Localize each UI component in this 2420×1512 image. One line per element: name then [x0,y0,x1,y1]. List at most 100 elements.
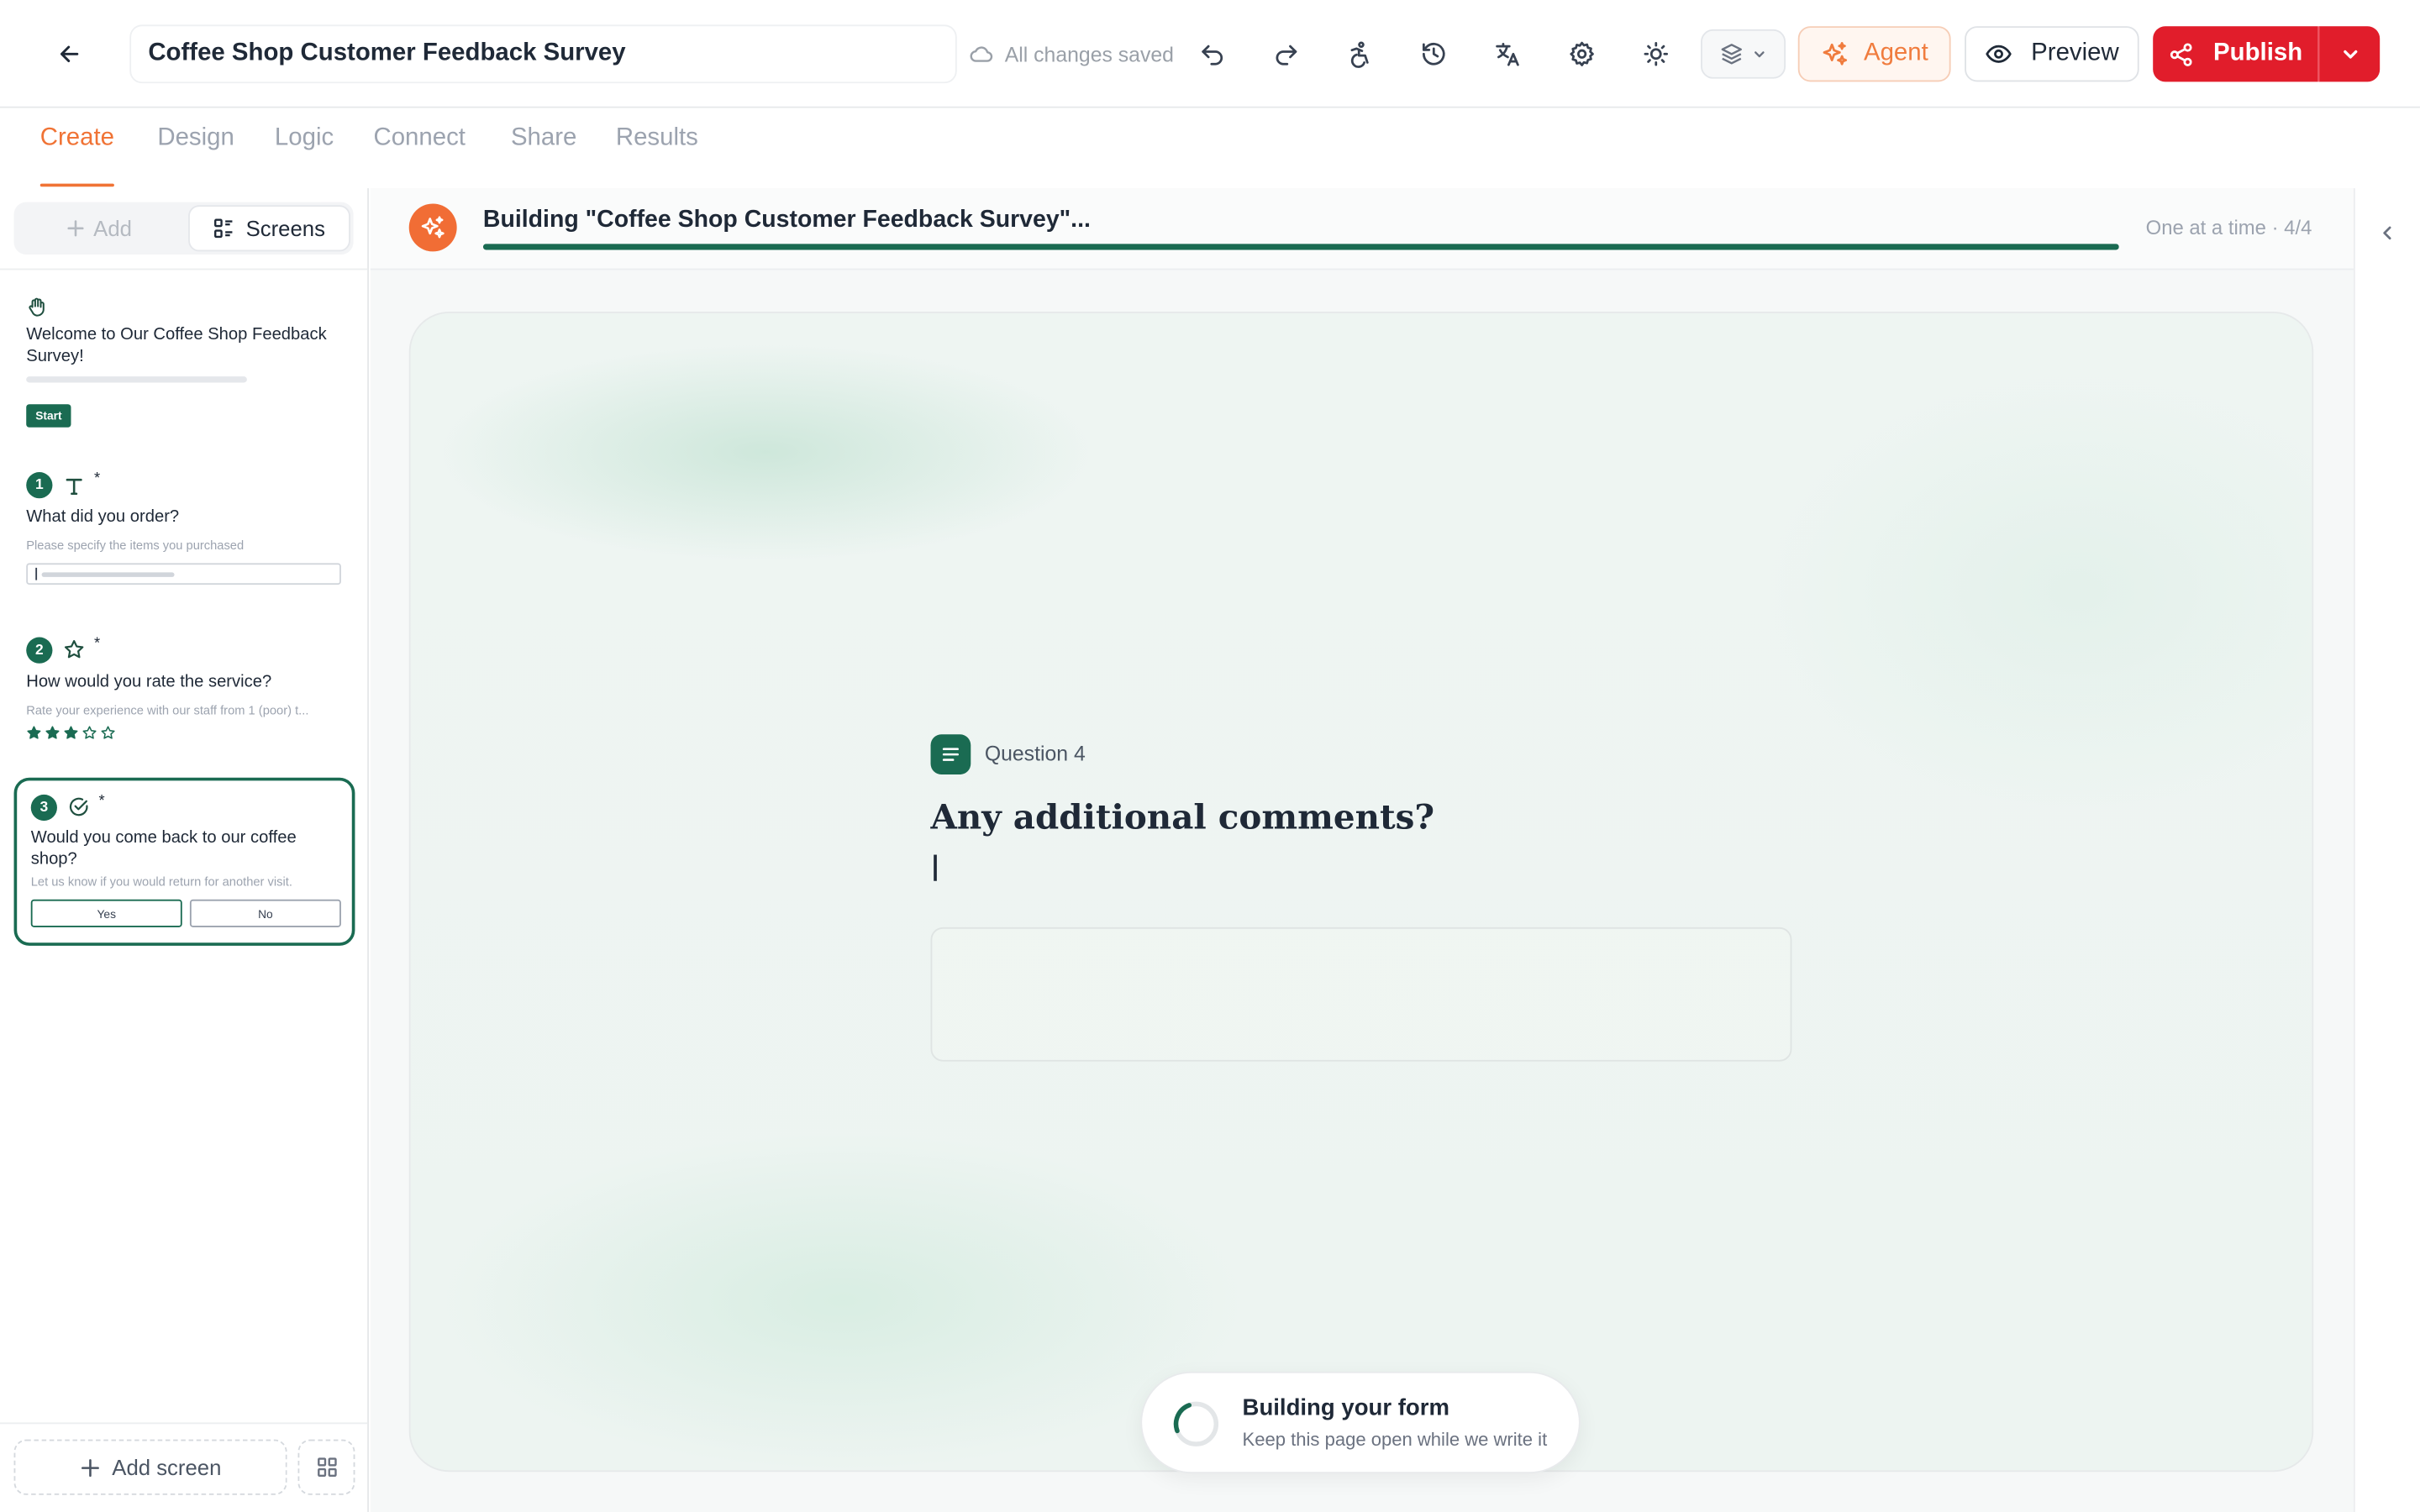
layers-icon [1721,44,1742,65]
tab-design[interactable]: Design [157,125,234,186]
form-preview-canvas: Question 4 Any additional comments? [408,312,2314,1473]
screen-card-question-2[interactable]: 2 * How would you rate the service? Rate… [14,631,355,754]
add-mode-button[interactable]: Add [14,202,184,255]
star-empty-icon [101,726,115,739]
translate-icon [1496,42,1519,66]
theme-button[interactable] [1633,31,1679,77]
answer-textarea[interactable] [930,927,1792,1062]
redo-button[interactable] [1262,31,1308,77]
redo-icon [1276,45,1297,66]
divider [0,268,368,270]
tab-create[interactable]: Create [39,125,115,187]
question-number: 2 [26,637,53,664]
preview-button[interactable]: Preview [1965,26,2139,82]
eye-icon [1986,45,2012,63]
accessibility-button[interactable] [1337,31,1383,77]
back-arrow-icon [60,45,79,63]
question-description: Rate your experience with our staff from… [26,703,309,718]
toast-subtitle: Keep this page open while we write it [1242,1428,1548,1451]
build-title: Building "Coffee Shop Customer Feedback … [482,207,1091,234]
star-filled-icon [27,726,41,739]
list-icon [214,218,233,239]
start-button-preview: Start [26,404,71,428]
welcome-title: Welcome to Our Coffee Shop Feedback Surv… [26,325,327,366]
publish-button[interactable]: Publish [2153,26,2318,82]
question-label: Question 4 [984,742,1086,766]
add-mode-label: Add [93,216,132,241]
expand-panel-button[interactable] [2374,219,2402,247]
required-mark: * [98,793,105,811]
long-text-icon [930,734,971,775]
tab-share[interactable]: Share [511,125,576,186]
text-cursor [934,854,937,881]
layers-dropdown[interactable] [1701,29,1786,79]
build-meta: One at a time · 4/4 [2145,216,2312,239]
tab-results[interactable]: Results [616,125,698,186]
screen-grid-button[interactable] [297,1439,355,1495]
required-mark: * [94,470,101,488]
build-progress-bar [482,244,2119,250]
star-filled-icon [45,726,60,739]
hand-wave-icon [29,297,45,317]
grid-icon [317,1457,336,1477]
rating-preview [26,725,116,740]
chevron-down-icon [2343,50,2357,59]
settings-button[interactable] [1559,31,1605,77]
question-title: Would you come back to our coffee shop? [30,828,297,869]
spinner-icon [1173,1401,1219,1446]
accessibility-icon [1350,41,1369,68]
star-icon [61,638,86,662]
tab-connect[interactable]: Connect [373,125,465,186]
divider [0,1422,368,1425]
publish-options-button[interactable] [2317,26,2381,82]
options-preview: Yes No [30,899,341,927]
screen-card-welcome[interactable]: Welcome to Our Coffee Shop Feedback Surv… [14,290,355,428]
question-number: 1 [26,472,53,499]
screens-mode-button[interactable]: Screens [188,205,350,252]
theme-sun-icon [1644,42,1669,66]
sidebar-mode-toggle: Add Screens [13,202,354,255]
agent-badge [408,203,457,252]
plus-icon [66,220,83,237]
undo-button[interactable] [1190,31,1236,77]
question-title: How would you rate the service? [26,672,272,691]
toast-title: Building your form [1242,1394,1449,1421]
screens-mode-label: Screens [245,216,325,241]
translate-button[interactable] [1485,31,1531,77]
right-panel-rail [2353,188,2420,1512]
tab-logic[interactable]: Logic [275,125,334,186]
screen-card-question-3[interactable]: 3 * Would you come back to our coffee sh… [13,777,355,946]
undo-icon [1202,45,1223,66]
history-button[interactable] [1411,31,1457,77]
welcome-subtitle-placeholder [26,376,247,383]
star-filled-icon [64,726,78,739]
build-status-bar: Building "Coffee Shop Customer Feedback … [370,188,2354,270]
agent-button[interactable]: Agent [1797,26,1951,82]
star-empty-icon [82,726,97,739]
add-screen-label: Add screen [112,1455,222,1480]
top-bar: Coffee Shop Customer Feedback Survey All… [0,0,2420,108]
question-description: Please specify the items you purchased [26,538,245,553]
back-button[interactable] [46,31,92,77]
share-icon [2170,42,2192,66]
form-title: Coffee Shop Customer Feedback Survey [148,39,626,66]
chevron-down-icon [1754,51,1765,58]
save-status: All changes saved [969,37,1174,71]
add-screen-button[interactable]: Add screen [13,1439,287,1495]
option-yes: Yes [30,899,182,927]
build-progress-fill [482,244,2119,250]
form-title-input[interactable]: Coffee Shop Customer Feedback Survey [129,24,957,84]
save-status-text: All changes saved [1004,42,1174,66]
option-no: No [189,899,341,927]
sparkles-icon [1822,42,1847,66]
settings-icon [1570,41,1594,66]
screen-card-question-1[interactable]: 1 * What did you order? Please specify t… [14,466,355,596]
preview-label: Preview [2031,39,2119,66]
history-icon [1422,42,1445,66]
building-toast: Building your form Keep this page open w… [1140,1371,1581,1474]
answer-input-preview [26,563,341,585]
editor-tabs: Create Design Logic Connect Share Result… [0,108,2420,189]
screens-sidebar: Add Screens Welcome to Our Coffee Shop F… [0,188,369,1512]
chevron-left-icon [2383,226,2391,240]
check-circle-icon [66,795,91,819]
